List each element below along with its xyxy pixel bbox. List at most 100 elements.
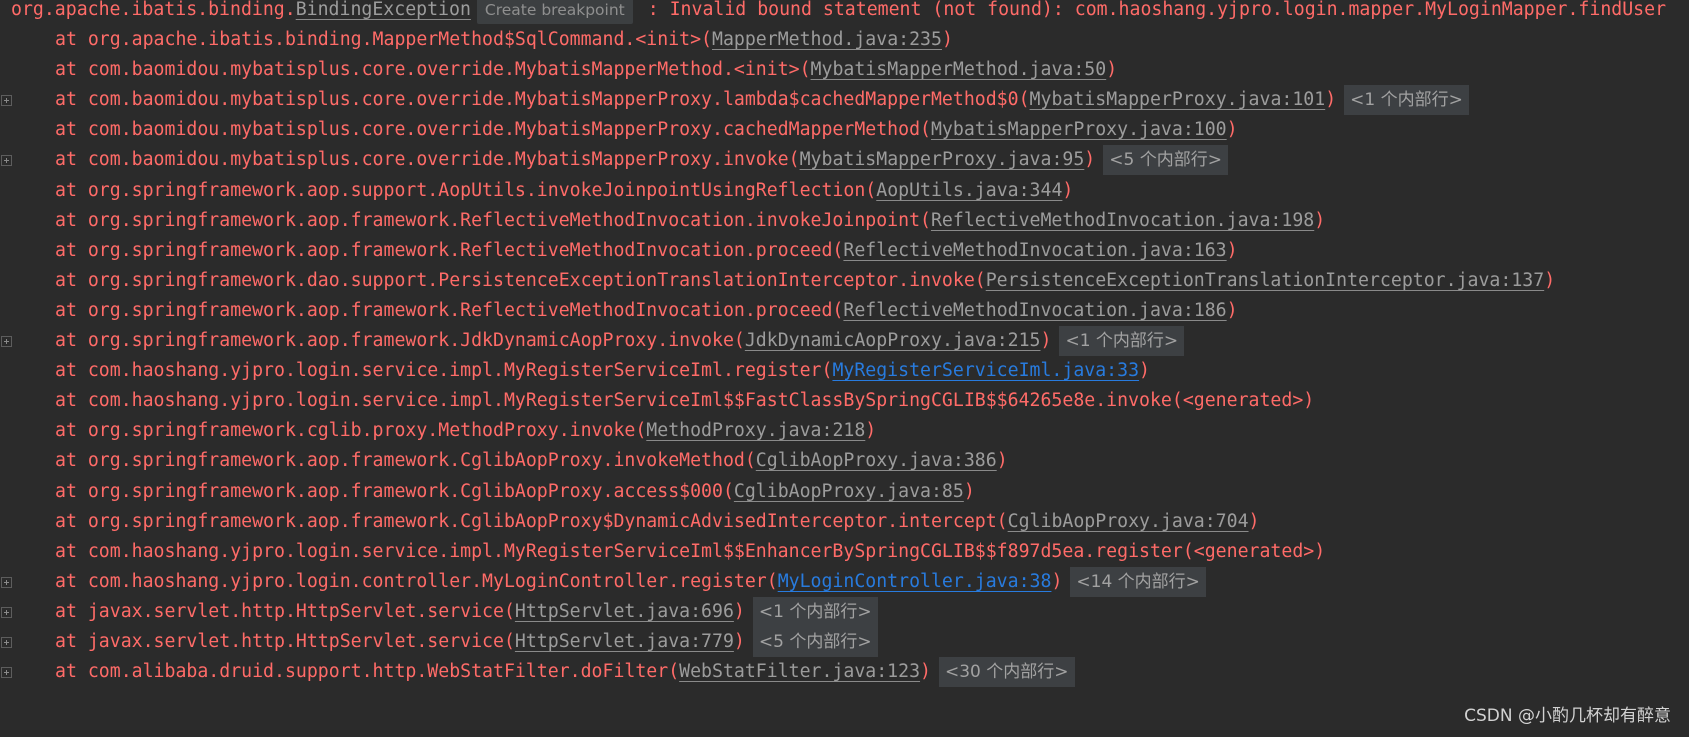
stack-frame-line: at org.apache.ibatis.binding.MapperMetho… xyxy=(55,24,953,56)
frame-method: at com.baomidou.mybatisplus.core.overrid… xyxy=(55,119,931,140)
stack-frame-line: at org.springframework.aop.framework.Cgl… xyxy=(55,445,1008,477)
console-output: org.apache.ibatis.binding.BindingExcepti… xyxy=(0,0,1689,737)
expand-fold-icon[interactable] xyxy=(1,577,12,588)
stack-frame-line: at com.haoshang.yjpro.login.service.impl… xyxy=(55,385,1314,417)
frame-close-paren: ) xyxy=(1226,300,1238,321)
frame-method: at javax.servlet.http.HttpServlet.servic… xyxy=(55,601,515,622)
frame-close-paren: ) xyxy=(1226,119,1238,140)
source-file-link[interactable]: ReflectiveMethodInvocation.java:186 xyxy=(843,300,1226,321)
stack-frame-line: at com.haoshang.yjpro.login.controller.M… xyxy=(55,566,1206,598)
frame-close-paren: ) xyxy=(941,29,953,50)
stack-frame-line: at org.springframework.aop.framework.Cgl… xyxy=(55,476,975,508)
source-file-link[interactable]: CglibAopProxy.java:704 xyxy=(1008,511,1249,532)
folded-internal-lines[interactable]: <30 个内部行> xyxy=(939,657,1075,687)
frame-close-paren: ) xyxy=(920,661,931,682)
folded-internal-lines[interactable]: <5 个内部行> xyxy=(1103,145,1228,175)
stack-frame-line: at com.alibaba.druid.support.http.WebSta… xyxy=(55,656,1075,688)
frame-method: at org.springframework.aop.framework.Cgl… xyxy=(55,450,756,471)
frame-close-paren: ) xyxy=(1226,240,1238,261)
source-file-link[interactable]: MybatisMapperMethod.java:50 xyxy=(811,59,1107,80)
source-file-link[interactable]: CglibAopProxy.java:386 xyxy=(756,450,997,471)
stack-frame-line: at com.baomidou.mybatisplus.core.overrid… xyxy=(55,114,1238,146)
source-file-link[interactable]: HttpServlet.java:696 xyxy=(515,601,734,622)
source-file-link[interactable]: ReflectiveMethodInvocation.java:198 xyxy=(931,210,1314,231)
expand-fold-icon[interactable] xyxy=(1,95,12,106)
source-file-link[interactable]: MapperMethod.java:235 xyxy=(712,29,942,50)
expand-fold-icon[interactable] xyxy=(1,637,12,648)
source-file-link[interactable]: CglibAopProxy.java:85 xyxy=(734,481,964,502)
frame-method: at org.springframework.cglib.proxy.Metho… xyxy=(55,420,647,441)
frame-close-paren: ) xyxy=(1084,149,1096,170)
source-file-link[interactable]: MethodProxy.java:218 xyxy=(646,420,865,441)
source-file-link[interactable]: WebStatFilter.java:123 xyxy=(679,661,920,682)
stack-frame-line: at org.springframework.cglib.proxy.Metho… xyxy=(55,415,876,447)
exception-class-link[interactable]: BindingException xyxy=(296,0,471,20)
expand-fold-icon[interactable] xyxy=(1,667,12,678)
exception-package: org.apache.ibatis.binding. xyxy=(11,0,296,20)
frame-method: at org.springframework.aop.framework.Ref… xyxy=(55,210,931,231)
folded-internal-lines[interactable]: <1 个内部行> xyxy=(1344,85,1469,115)
stack-frame-line: at com.baomidou.mybatisplus.core.overrid… xyxy=(55,144,1228,176)
stack-frame-line: at org.springframework.aop.framework.Ref… xyxy=(55,205,1325,237)
frame-method: at org.springframework.aop.framework.Cgl… xyxy=(55,511,1008,532)
frame-close-paren: ) xyxy=(1106,59,1118,80)
frame-close-paren: ) xyxy=(865,420,877,441)
frame-method: at com.baomidou.mybatisplus.core.overrid… xyxy=(55,89,1030,110)
folded-internal-lines[interactable]: <1 个内部行> xyxy=(752,597,878,627)
frame-method: at org.springframework.dao.support.Persi… xyxy=(55,270,986,291)
frame-close-paren: ) xyxy=(996,450,1008,471)
stack-frame-line: at org.springframework.aop.framework.Jdk… xyxy=(55,325,1185,357)
folded-internal-lines[interactable]: <1 个内部行> xyxy=(1059,326,1185,356)
stack-frame-line: at org.springframework.aop.framework.Cgl… xyxy=(55,506,1260,538)
stack-frame-line: at com.haoshang.yjpro.login.service.impl… xyxy=(55,355,1150,387)
stack-frame-line: at org.springframework.aop.framework.Ref… xyxy=(55,235,1238,267)
stack-frame-line: at org.springframework.aop.support.AopUt… xyxy=(55,175,1073,207)
stack-frame-line: at javax.servlet.http.HttpServlet.servic… xyxy=(55,596,878,628)
exception-message: : Invalid bound statement (not found): c… xyxy=(636,0,1667,20)
stack-frame-line: at com.haoshang.yjpro.login.service.impl… xyxy=(55,536,1325,568)
frame-method: at javax.servlet.http.HttpServlet.servic… xyxy=(55,631,515,652)
source-file-link[interactable]: PersistenceExceptionTranslationIntercept… xyxy=(986,270,1544,291)
expand-fold-icon[interactable] xyxy=(1,607,12,618)
frame-method: at org.springframework.aop.framework.Jdk… xyxy=(55,330,745,351)
frame-close-paren: ) xyxy=(1325,89,1337,110)
frame-method: at com.haoshang.yjpro.login.controller.M… xyxy=(55,571,778,592)
stack-frame-line: at com.baomidou.mybatisplus.core.overrid… xyxy=(55,54,1117,86)
stack-frame-line: at com.baomidou.mybatisplus.core.overrid… xyxy=(55,84,1469,116)
frame-method: at com.alibaba.druid.support.http.WebSta… xyxy=(55,661,680,682)
stack-frame-line: at org.springframework.aop.framework.Ref… xyxy=(55,295,1238,327)
frame-close-paren: ) xyxy=(1314,210,1326,231)
frame-method: at org.springframework.aop.framework.Ref… xyxy=(55,300,844,321)
source-file-link[interactable]: AopUtils.java:344 xyxy=(876,180,1062,201)
source-file-link[interactable]: MybatisMapperProxy.java:100 xyxy=(931,119,1227,140)
folded-internal-lines[interactable]: <14 个内部行> xyxy=(1070,567,1206,597)
create-breakpoint-button[interactable]: Create breakpoint xyxy=(476,0,633,24)
frame-method: at com.baomidou.mybatisplus.core.overrid… xyxy=(55,59,811,80)
frame-method: at com.haoshang.yjpro.login.service.impl… xyxy=(55,541,1326,562)
source-file-link[interactable]: MybatisMapperProxy.java:95 xyxy=(800,149,1085,170)
source-file-link[interactable]: JdkDynamicAopProxy.java:215 xyxy=(745,330,1041,351)
frame-close-paren: ) xyxy=(1248,511,1260,532)
watermark-label: CSDN @小酌几杯却有醉意 xyxy=(1464,706,1671,726)
frame-close-paren: ) xyxy=(1062,180,1074,201)
expand-fold-icon[interactable] xyxy=(1,155,12,166)
stack-frame-line: at javax.servlet.http.HttpServlet.servic… xyxy=(55,626,878,658)
frame-close-paren: ) xyxy=(733,631,745,652)
source-file-link[interactable]: ReflectiveMethodInvocation.java:163 xyxy=(843,240,1226,261)
frame-close-paren: ) xyxy=(1544,270,1556,291)
source-file-link[interactable]: MybatisMapperProxy.java:101 xyxy=(1030,89,1326,110)
expand-fold-icon[interactable] xyxy=(1,336,12,347)
frame-close-paren: ) xyxy=(1139,360,1150,381)
frame-close-paren: ) xyxy=(733,601,745,622)
frame-method: at org.apache.ibatis.binding.MapperMetho… xyxy=(55,29,712,50)
source-file-link[interactable]: MyRegisterServiceIml.java:33 xyxy=(832,360,1139,381)
source-file-link[interactable]: HttpServlet.java:779 xyxy=(515,631,734,652)
frame-method: at com.haoshang.yjpro.login.service.impl… xyxy=(55,360,833,381)
stack-frame-line: at org.springframework.dao.support.Persi… xyxy=(55,265,1555,297)
frame-method: at org.springframework.aop.framework.Ref… xyxy=(55,240,844,261)
frame-method: at org.springframework.aop.support.AopUt… xyxy=(55,180,877,201)
frame-method: at com.baomidou.mybatisplus.core.overrid… xyxy=(55,149,800,170)
source-file-link[interactable]: MyLoginController.java:38 xyxy=(778,571,1052,592)
folded-internal-lines[interactable]: <5 个内部行> xyxy=(752,627,878,657)
frame-method: at org.springframework.aop.framework.Cgl… xyxy=(55,481,734,502)
